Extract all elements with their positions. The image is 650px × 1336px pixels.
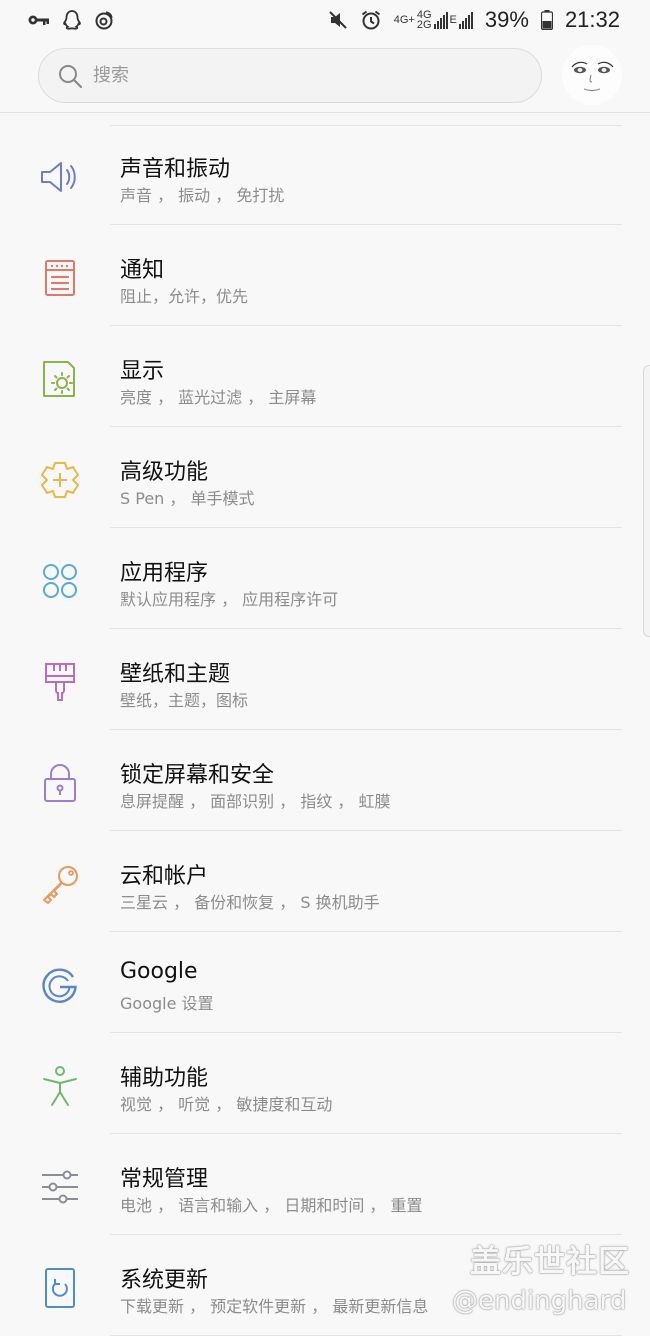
divider xyxy=(110,325,622,326)
scroll-handle[interactable] xyxy=(643,365,650,637)
settings-item-accessibility[interactable]: 辅助功能 视觉 ， 听觉 ， 敏捷度和互动 xyxy=(0,1034,650,1134)
settings-item-google[interactable]: Google Google 设置 xyxy=(0,933,650,1033)
battery-percent: 39% xyxy=(484,7,529,32)
settings-item-display[interactable]: 显示 亮度 ， 蓝光过滤 ， 主屏幕 xyxy=(0,327,650,427)
lock-icon xyxy=(38,761,82,805)
divider xyxy=(110,729,622,730)
search-icon xyxy=(57,63,83,89)
settings-item-subtitle: 壁纸，主题，图标 xyxy=(120,691,249,710)
system-update-icon xyxy=(38,1266,82,1310)
settings-item-cloud-accounts[interactable]: 云和帐户 三星云 ， 备份和恢复 ， S 换机助手 xyxy=(0,832,650,932)
google-icon xyxy=(38,963,82,1007)
settings-item-subtitle: 三星云 ， 备份和恢复 ， S 换机助手 xyxy=(120,893,380,912)
settings-item-apps[interactable]: 应用程序 默认应用程序 ， 应用程序许可 xyxy=(0,529,650,629)
sliders-icon xyxy=(38,1165,82,1209)
settings-item-title: Google xyxy=(120,959,198,984)
settings-item-title: 系统更新 xyxy=(120,1268,209,1293)
brush-icon xyxy=(38,660,82,704)
divider xyxy=(110,527,622,528)
divider xyxy=(110,628,622,629)
divider xyxy=(110,830,622,831)
accessibility-icon xyxy=(38,1064,82,1108)
settings-item-notifications[interactable]: 通知 阻止，允许，优先 xyxy=(0,226,650,326)
divider xyxy=(110,931,622,932)
network-type-top: 4G+ xyxy=(393,14,415,26)
qq-icon xyxy=(62,9,82,31)
mute-icon xyxy=(328,10,348,30)
settings-item-subtitle: 息屏提醒 ， 面部识别 ， 指纹 ， 虹膜 xyxy=(120,792,391,811)
settings-item-subtitle: 亮度 ， 蓝光过滤 ， 主屏幕 xyxy=(120,388,317,407)
divider xyxy=(110,426,622,427)
settings-item-subtitle: 电池 ， 语言和输入 ， 日期和时间 ， 重置 xyxy=(120,1196,423,1215)
status-bar: 4G+ 4G 2G E 39% 21:32 xyxy=(0,0,650,40)
settings-header xyxy=(0,40,650,113)
display-icon xyxy=(38,357,82,401)
key-icon xyxy=(28,13,50,27)
settings-item-subtitle: 默认应用程序 ， 应用程序许可 xyxy=(120,590,339,609)
settings-item-title: 声音和振动 xyxy=(120,157,231,182)
apps-icon xyxy=(38,559,82,603)
settings-item-subtitle: S Pen ， 单手模式 xyxy=(120,489,255,508)
battery-icon xyxy=(540,10,553,30)
watermark-author: @endinghard xyxy=(452,1286,627,1316)
key-icon xyxy=(38,862,82,906)
notification-icon xyxy=(38,256,82,300)
search-bar[interactable] xyxy=(38,48,542,103)
settings-item-title: 锁定屏幕和安全 xyxy=(120,763,275,788)
settings-item-subtitle: 视觉 ， 听觉 ， 敏捷度和互动 xyxy=(120,1095,333,1114)
clock: 21:32 xyxy=(564,7,620,32)
divider xyxy=(110,1133,622,1134)
settings-item-advanced-features[interactable]: 高级功能 S Pen ， 单手模式 xyxy=(0,428,650,528)
advanced-features-icon xyxy=(38,458,82,502)
settings-item-subtitle: Google 设置 xyxy=(120,994,214,1013)
speaker-icon xyxy=(38,155,82,199)
search-input[interactable] xyxy=(91,64,495,87)
settings-item-title: 云和帐户 xyxy=(120,864,209,889)
divider xyxy=(110,1032,622,1033)
settings-item-title: 壁纸和主题 xyxy=(120,662,231,687)
settings-item-general-management[interactable]: 常规管理 电池 ， 语言和输入 ， 日期和时间 ， 重置 xyxy=(0,1135,650,1235)
divider xyxy=(110,1234,622,1235)
profile-avatar[interactable] xyxy=(562,45,622,105)
settings-item-subtitle: 阻止，允许，优先 xyxy=(120,287,249,306)
watermark-community: 盖乐世社区 xyxy=(470,1244,630,1280)
settings-item-subtitle: 声音 ， 振动 ， 免打扰 xyxy=(120,186,285,205)
settings-item-wallpapers-themes[interactable]: 壁纸和主题 壁纸，主题，图标 xyxy=(0,630,650,730)
settings-item-subtitle: 下载更新 ， 预定软件更新 ， 最新更新信息 xyxy=(120,1297,429,1316)
network-type-e: E xyxy=(449,14,457,26)
network-type-bottom2: 2G xyxy=(416,19,432,31)
alarm-icon xyxy=(360,9,382,31)
settings-item-lock-screen-security[interactable]: 锁定屏幕和安全 息屏提醒 ， 面部识别 ， 指纹 ， 虹膜 xyxy=(0,731,650,831)
settings-item-sound[interactable]: 声音和振动 声音 ， 振动 ， 免打扰 xyxy=(0,125,650,225)
settings-item-title: 辅助功能 xyxy=(120,1066,209,1091)
settings-item-title: 显示 xyxy=(120,359,165,384)
signal-icon: 4G+ 4G 2G E xyxy=(393,10,473,31)
settings-item-title: 常规管理 xyxy=(120,1167,209,1192)
settings-item-title: 高级功能 xyxy=(120,460,209,485)
weibo-icon xyxy=(94,10,114,30)
settings-item-title: 通知 xyxy=(120,258,165,283)
divider xyxy=(110,224,622,225)
settings-item-title: 应用程序 xyxy=(120,561,209,586)
